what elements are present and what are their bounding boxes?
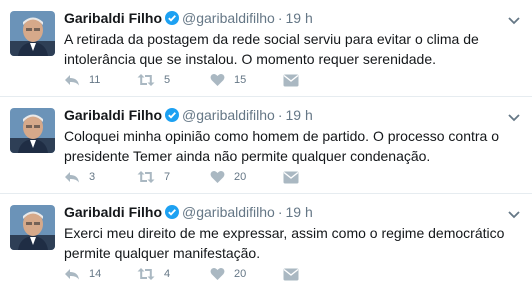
tweet[interactable]: Garibaldi Filho @garibaldifilho · 19 h A re… — [0, 0, 532, 97]
like-count: 20 — [234, 171, 247, 183]
reply-count: 3 — [89, 171, 96, 183]
retweet-icon — [137, 170, 155, 184]
like-count: 20 — [234, 268, 247, 280]
retweet-icon — [137, 73, 155, 87]
reply-icon — [64, 73, 80, 87]
like-count: 15 — [234, 74, 247, 86]
reply-button[interactable]: 14 — [64, 265, 101, 283]
author-handle[interactable]: @garibaldifilho — [182, 107, 275, 123]
retweet-button[interactable]: 5 — [137, 71, 170, 89]
retweet-button[interactable]: 7 — [137, 168, 170, 186]
direct-message-button[interactable] — [283, 265, 299, 283]
direct-message-button[interactable] — [283, 71, 299, 89]
tweet-text: Exerci meu direito de me expressar, assi… — [64, 225, 505, 261]
author-name[interactable]: Garibaldi Filho — [64, 204, 162, 220]
reply-button[interactable]: 3 — [64, 168, 95, 186]
author-name[interactable]: Garibaldi Filho — [64, 10, 162, 26]
like-button[interactable]: 20 — [210, 265, 246, 283]
tweet[interactable]: Garibaldi Filho @garibaldifilho · 19 h Colo… — [0, 97, 532, 194]
direct-message-icon — [283, 268, 299, 281]
heart-icon — [210, 267, 225, 281]
like-button[interactable]: 20 — [210, 168, 246, 186]
retweet-count: 4 — [164, 268, 171, 280]
tweet-header: Garibaldi Filho @garibaldifilho · 19 h — [64, 203, 502, 223]
tweet[interactable]: Garibaldi Filho @garibaldifilho · 19 h Exer… — [0, 194, 532, 291]
avatar[interactable] — [10, 205, 55, 250]
chevron-down-icon[interactable] — [508, 110, 520, 122]
timestamp[interactable]: 19 h — [286, 204, 313, 220]
direct-message-icon — [283, 74, 299, 87]
retweet-icon — [137, 267, 155, 281]
verified-badge-icon — [165, 108, 180, 126]
separator: · — [277, 204, 283, 220]
retweet-count: 5 — [164, 74, 171, 86]
direct-message-button[interactable] — [283, 168, 299, 186]
timeline: Garibaldi Filho @garibaldifilho · 19 h A re… — [0, 0, 532, 291]
tweet-text: A retirada da postagem da rede social se… — [64, 31, 479, 67]
verified-badge-icon — [165, 11, 180, 29]
tweet-header: Garibaldi Filho @garibaldifilho · 19 h — [64, 9, 502, 29]
author-handle[interactable]: @garibaldifilho — [182, 204, 275, 220]
reply-count: 14 — [89, 268, 102, 280]
reply-button[interactable]: 11 — [64, 71, 100, 89]
separator: · — [277, 107, 283, 123]
reply-count: 11 — [89, 74, 101, 86]
retweet-button[interactable]: 4 — [137, 265, 170, 283]
author-handle[interactable]: @garibaldifilho — [182, 10, 275, 26]
author-name[interactable]: Garibaldi Filho — [64, 107, 162, 123]
direct-message-icon — [283, 171, 299, 184]
tweet-header: Garibaldi Filho @garibaldifilho · 19 h — [64, 106, 502, 126]
tweet-text: Coloquei minha opinião como homem de par… — [64, 128, 500, 164]
retweet-count: 7 — [164, 171, 171, 183]
heart-icon — [210, 170, 225, 184]
chevron-down-icon[interactable] — [508, 13, 520, 25]
like-button[interactable]: 15 — [210, 71, 246, 89]
reply-icon — [64, 170, 80, 184]
chevron-down-icon[interactable] — [508, 207, 520, 219]
separator: · — [277, 10, 283, 26]
reply-icon — [64, 267, 80, 281]
avatar[interactable] — [10, 108, 55, 153]
timestamp[interactable]: 19 h — [286, 10, 313, 26]
timestamp[interactable]: 19 h — [286, 107, 313, 123]
avatar[interactable] — [10, 11, 55, 56]
heart-icon — [210, 73, 225, 87]
verified-badge-icon — [165, 205, 180, 223]
